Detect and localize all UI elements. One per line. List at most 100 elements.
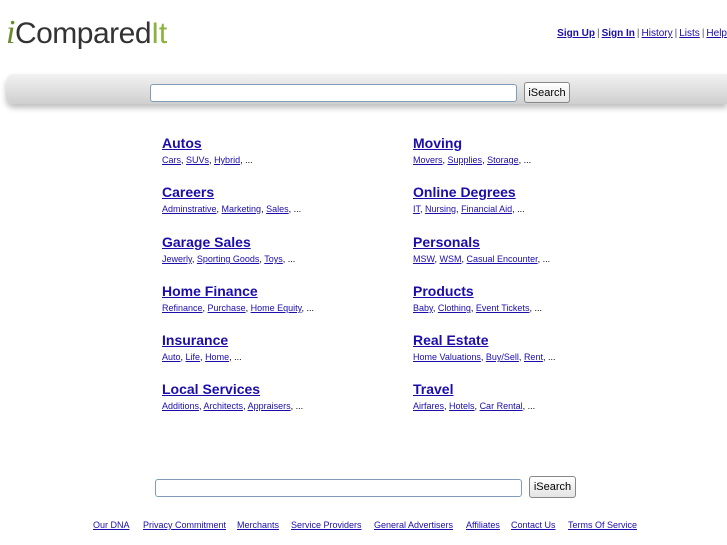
footer-link-general-advertisers[interactable]: General Advertisers: [374, 520, 453, 530]
subcategory-list: Refinance, Purchase, Home Equity, ...: [162, 303, 402, 314]
subcategory-link[interactable]: IT: [413, 204, 420, 214]
history-link[interactable]: History: [642, 28, 673, 39]
logo-it: It: [151, 17, 167, 50]
category-title-link[interactable]: Products: [413, 283, 653, 299]
subcategory-link[interactable]: Home Valuations: [413, 352, 481, 362]
more-ellipsis: ...: [287, 254, 296, 264]
search-button[interactable]: iSearch: [524, 82, 570, 103]
subcategory-link[interactable]: Hybrid: [214, 155, 240, 165]
subcategory-link[interactable]: Movers: [413, 155, 443, 165]
subcategory-link[interactable]: Auto: [162, 352, 181, 362]
subcategory-link[interactable]: Toys: [264, 254, 283, 264]
separator: |: [596, 28, 600, 39]
more-ellipsis: ...: [245, 155, 253, 165]
footer-link-terms-of-service[interactable]: Terms Of Service: [568, 520, 637, 530]
category-title-link[interactable]: Home Finance: [162, 283, 402, 299]
subcategory-link[interactable]: Car Rental: [480, 401, 523, 411]
subcategory-link[interactable]: SUVs: [186, 155, 209, 165]
subcategory-link[interactable]: Additions: [162, 401, 199, 411]
category-title-link[interactable]: Travel: [413, 381, 653, 397]
category-home-finance: Home Finance Refinance, Purchase, Home Eq…: [162, 283, 402, 314]
more-ellipsis: ...: [527, 401, 536, 411]
subcategory-link[interactable]: Storage: [487, 155, 519, 165]
category-travel: Travel Airfares, Hotels, Car Rental, ...: [413, 381, 653, 412]
subcategory-link[interactable]: Jewerly: [162, 254, 192, 264]
bottom-search-button[interactable]: iSearch: [529, 476, 576, 498]
subcategory-link[interactable]: Casual Encounter: [467, 254, 538, 264]
subcategory-link[interactable]: Financial Aid: [461, 204, 512, 214]
category-title-link[interactable]: Online Degrees: [413, 184, 653, 200]
more-ellipsis: ...: [234, 352, 242, 362]
more-ellipsis: ...: [523, 155, 532, 165]
subcategory-list: Home Valuations, Buy/Sell, Rent, ...: [413, 352, 653, 363]
more-ellipsis: ...: [547, 352, 556, 362]
sign-up-link[interactable]: Sign Up: [557, 28, 595, 39]
subcategory-list: IT, Nursing, Financial Aid, ...: [413, 204, 653, 215]
footer-link-affiliates[interactable]: Affiliates: [466, 520, 500, 530]
footer-link-privacy-commitment[interactable]: Privacy Commitment: [143, 520, 226, 530]
subcategory-list: Additions, Architects, Appraisers, ...: [162, 401, 402, 412]
subcategory-list: Baby, Clothing, Event Tickets, ...: [413, 303, 653, 314]
more-ellipsis: ...: [293, 204, 302, 214]
subcategory-link[interactable]: Nursing: [425, 204, 456, 214]
category-products: Products Baby, Clothing, Event Tickets, .…: [413, 283, 653, 314]
footer-link-merchants[interactable]: Merchants: [237, 520, 279, 530]
more-ellipsis: ...: [295, 401, 304, 411]
category-title-link[interactable]: Moving: [413, 135, 653, 151]
subcategory-link[interactable]: Event Tickets: [476, 303, 530, 313]
footer-link-our-dna[interactable]: Our DNA: [93, 520, 130, 530]
subcategory-link[interactable]: Life: [186, 352, 201, 362]
subcategory-link[interactable]: Appraisers: [248, 401, 291, 411]
category-careers: Careers Adminstrative, Marketing, Sales, …: [162, 184, 402, 215]
category-title-link[interactable]: Garage Sales: [162, 234, 402, 250]
subcategory-link[interactable]: Cars: [162, 155, 181, 165]
subcategory-link[interactable]: Purchase: [208, 303, 246, 313]
subcategory-link[interactable]: Supplies: [448, 155, 483, 165]
category-title-link[interactable]: Insurance: [162, 332, 402, 348]
subcategory-link[interactable]: Architects: [204, 401, 244, 411]
category-local-services: Local Services Additions, Architects, App…: [162, 381, 402, 412]
lists-link[interactable]: Lists: [679, 28, 700, 39]
more-ellipsis: ...: [517, 204, 525, 214]
subcategory-link[interactable]: Home Equity: [251, 303, 302, 313]
subcategory-link[interactable]: Rent: [524, 352, 543, 362]
subcategory-link[interactable]: Home: [205, 352, 229, 362]
sign-in-link[interactable]: Sign In: [602, 28, 635, 39]
subcategory-link[interactable]: Baby: [413, 303, 433, 313]
category-title-link[interactable]: Autos: [162, 135, 402, 151]
subcategory-link[interactable]: Marketing: [222, 204, 262, 214]
subcategory-link[interactable]: Sporting Goods: [197, 254, 260, 264]
bottom-search-input[interactable]: [155, 479, 522, 497]
subcategory-list: Jewerly, Sporting Goods, Toys, ...: [162, 254, 402, 265]
more-ellipsis: ...: [534, 303, 542, 313]
footer-link-service-providers[interactable]: Service Providers: [291, 520, 362, 530]
category-personals: Personals MSW, WSM, Casual Encounter, ...: [413, 234, 653, 265]
subcategory-link[interactable]: Adminstrative: [162, 204, 217, 214]
category-title-link[interactable]: Real Estate: [413, 332, 653, 348]
subcategory-link[interactable]: Buy/Sell: [486, 352, 519, 362]
category-insurance: Insurance Auto, Life, Home, ...: [162, 332, 402, 363]
subcategory-link[interactable]: WSM: [440, 254, 462, 264]
search-input[interactable]: [150, 84, 517, 102]
category-real-estate: Real Estate Home Valuations, Buy/Sell, Re…: [413, 332, 653, 363]
help-link[interactable]: Help: [706, 28, 727, 39]
subcategory-link[interactable]: Hotels: [449, 401, 475, 411]
category-title-link[interactable]: Careers: [162, 184, 402, 200]
subcategory-link[interactable]: Airfares: [413, 401, 444, 411]
subcategory-link[interactable]: Clothing: [438, 303, 471, 313]
footer-link-contact-us[interactable]: Contact Us: [511, 520, 556, 530]
category-moving: Moving Movers, Supplies, Storage, ...: [413, 135, 653, 166]
subcategory-link[interactable]: Refinance: [162, 303, 203, 313]
category-title-link[interactable]: Local Services: [162, 381, 402, 397]
more-ellipsis: ...: [306, 303, 314, 313]
subcategory-list: Cars, SUVs, Hybrid, ...: [162, 155, 402, 166]
subcategory-link[interactable]: MSW: [413, 254, 435, 264]
separator: |: [636, 28, 640, 39]
more-ellipsis: ...: [542, 254, 551, 264]
logo[interactable]: iComparedIt: [6, 14, 167, 52]
category-online-degrees: Online Degrees IT, Nursing, Financial Aid…: [413, 184, 653, 215]
subcategory-link[interactable]: Sales: [266, 204, 289, 214]
top-nav: Sign Up | Sign In | History | Lists | Help: [557, 28, 727, 39]
subcategory-list: MSW, WSM, Casual Encounter, ...: [413, 254, 653, 265]
category-title-link[interactable]: Personals: [413, 234, 653, 250]
